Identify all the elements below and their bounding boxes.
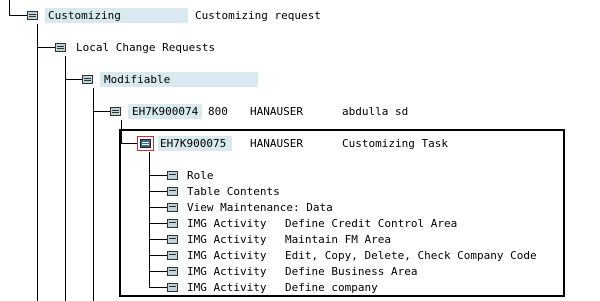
object-type[interactable]: Table Contents	[187, 184, 280, 200]
tree-line	[65, 56, 66, 301]
object-name: Edit, Copy, Delete, Check Company Code	[285, 249, 537, 262]
object-type[interactable]: IMG Activity	[187, 264, 266, 280]
tree-node-local-change-requests[interactable]: Local Change Requests	[55, 40, 235, 56]
tree-node-object[interactable]: View Maintenance: Data	[167, 200, 557, 216]
plus-folder-icon[interactable]	[167, 171, 178, 180]
tree-line	[9, 15, 27, 16]
open-folder-icon[interactable]	[82, 75, 93, 84]
plus-folder-icon[interactable]	[167, 267, 178, 276]
object-type[interactable]: IMG Activity	[187, 280, 266, 296]
tree-node-object[interactable]: IMG Activity Define company	[167, 280, 557, 296]
object-type[interactable]: View Maintenance: Data	[187, 200, 333, 216]
plus-folder-icon[interactable]	[167, 203, 178, 212]
request-owner: HANAUSER	[250, 105, 303, 118]
plus-folder-icon[interactable]	[167, 187, 178, 196]
tree-line	[37, 24, 38, 301]
task-text: Customizing Task	[342, 137, 448, 150]
request-id[interactable]: EH7K900074	[132, 104, 198, 120]
tree-node-object[interactable]: IMG Activity Maintain FM Area	[167, 232, 557, 248]
task-id[interactable]: EH7K900075	[160, 136, 226, 152]
tree-node-request[interactable]: EH7K900074 800 HANAUSER abdulla sd	[110, 104, 450, 120]
node-label[interactable]: Modifiable	[104, 72, 170, 88]
tree-node-object[interactable]: IMG Activity Define Business Area	[167, 264, 557, 280]
open-folder-icon[interactable]	[27, 11, 38, 20]
tree-node-task[interactable]: EH7K900075 HANAUSER Customizing Task	[137, 136, 467, 152]
plus-folder-icon[interactable]	[167, 235, 178, 244]
task-owner: HANAUSER	[250, 137, 303, 150]
object-type[interactable]: IMG Activity	[187, 216, 266, 232]
object-name: Define company	[285, 281, 378, 294]
tree-node-object[interactable]: IMG Activity Edit, Copy, Delete, Check C…	[167, 248, 557, 264]
node-label[interactable]: Customizing	[48, 8, 121, 24]
object-name: Define Credit Control Area	[285, 217, 458, 230]
tree-node-object[interactable]: Table Contents	[167, 184, 557, 200]
tree-line	[93, 88, 94, 301]
tree-line	[93, 111, 110, 112]
object-name: Define Business Area	[285, 265, 418, 278]
request-text: abdulla sd	[342, 105, 409, 118]
node-label[interactable]: Local Change Requests	[76, 40, 215, 56]
tree-node-object[interactable]: Role	[167, 168, 557, 184]
plus-folder-icon[interactable]	[167, 251, 178, 260]
node-description: Customizing request	[195, 9, 321, 22]
object-type[interactable]: IMG Activity	[187, 248, 266, 264]
plus-folder-icon[interactable]	[167, 283, 178, 292]
object-type[interactable]: IMG Activity	[187, 232, 266, 248]
open-folder-icon[interactable]	[110, 107, 121, 116]
object-type[interactable]: Role	[187, 168, 214, 184]
tree-line	[65, 79, 82, 80]
tree-node-modifiable[interactable]: Modifiable	[82, 72, 262, 88]
tree-line	[9, 0, 10, 16]
request-client: 800	[208, 105, 228, 118]
tree-line	[37, 47, 55, 48]
open-folder-icon[interactable]	[55, 43, 66, 52]
tree-node-customizing[interactable]: Customizing Customizing request	[27, 8, 367, 24]
tree-node-object[interactable]: IMG Activity Define Credit Control Area	[167, 216, 557, 232]
object-name: Maintain FM Area	[285, 233, 391, 246]
plus-folder-icon[interactable]	[167, 219, 178, 228]
open-folder-icon[interactable]	[140, 139, 151, 148]
